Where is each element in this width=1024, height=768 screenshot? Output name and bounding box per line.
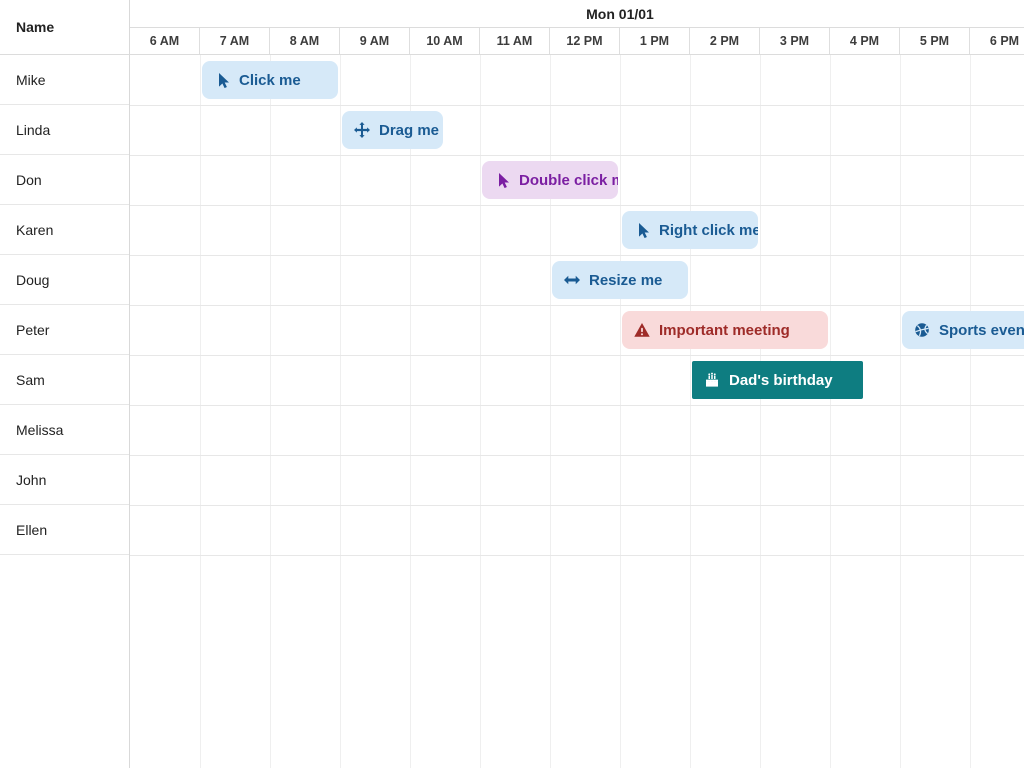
time-header-row: 6 AM7 AM8 AM9 AM10 AM11 AM12 PM1 PM2 PM3… [130, 28, 1024, 54]
time-header-cell-1-pm: 1 PM [620, 28, 690, 54]
resource-row-sam: Sam [0, 355, 129, 405]
event-label: Click me [239, 72, 301, 89]
event-click-me[interactable]: Click me [202, 61, 338, 99]
resource-name-label: Melissa [16, 422, 63, 438]
move-icon [354, 122, 370, 138]
grid-vline [200, 55, 201, 768]
grid-vline [480, 55, 481, 768]
resource-name-label: Linda [16, 122, 50, 138]
time-header-cell-11-am: 11 AM [480, 28, 550, 54]
event-label: Sports event [939, 322, 1024, 339]
time-header-cell-3-pm: 3 PM [760, 28, 830, 54]
grid-vline [340, 55, 341, 768]
ball-icon [914, 322, 930, 338]
grid-vline [760, 55, 761, 768]
event-label: Right click me [659, 222, 758, 239]
grid-vline [690, 55, 691, 768]
event-label: Drag me [379, 122, 439, 139]
grid-vline [410, 55, 411, 768]
time-header-cell-7-am: 7 AM [200, 28, 270, 54]
resource-name-label: Don [16, 172, 42, 188]
resource-name-label: Peter [16, 322, 49, 338]
resource-row-ellen: Ellen [0, 505, 129, 555]
event-sports-event[interactable]: Sports event [902, 311, 1024, 349]
grid-hline [130, 155, 1024, 156]
event-label: Resize me [589, 272, 662, 289]
grid-hline [130, 105, 1024, 106]
grid-hline [130, 305, 1024, 306]
name-column-label: Name [16, 19, 54, 35]
grid-vline [620, 55, 621, 768]
resource-name-column: Mike Linda Don Karen Doug Peter Sam Melissa John… [0, 55, 130, 768]
grid-hline [130, 405, 1024, 406]
scheduler-app: Name Mon 01/01 6 AM7 AM8 AM9 AM10 AM11 A… [0, 0, 1024, 768]
event-right-click-me[interactable]: Right click me [622, 211, 758, 249]
time-header-cell-4-pm: 4 PM [830, 28, 900, 54]
resource-row-peter: Peter [0, 305, 129, 355]
resource-name-label: Ellen [16, 522, 47, 538]
timeline-header: Mon 01/01 6 AM7 AM8 AM9 AM10 AM11 AM12 P… [130, 0, 1024, 55]
resource-row-doug: Doug [0, 255, 129, 305]
cursor-icon [634, 222, 650, 238]
event-dad-s-birthday[interactable]: Dad's birthday [692, 361, 863, 399]
time-header-cell-12-pm: 12 PM [550, 28, 620, 54]
event-drag-me[interactable]: Drag me [342, 111, 443, 149]
resource-row-don: Don [0, 155, 129, 205]
warning-icon [634, 322, 650, 338]
resource-name-label: Karen [16, 222, 53, 238]
time-header-cell-10-am: 10 AM [410, 28, 480, 54]
resource-row-john: John [0, 455, 129, 505]
time-header-cell-6-am: 6 AM [130, 28, 200, 54]
grid-hline [130, 555, 1024, 556]
event-double-click-me[interactable]: Double click me [482, 161, 618, 199]
grid-vline [900, 55, 901, 768]
cursor-icon [494, 172, 510, 188]
resize-horizontal-icon [564, 272, 580, 288]
date-label: Mon 01/01 [586, 6, 654, 22]
cake-icon [704, 372, 720, 388]
grid-hline [130, 355, 1024, 356]
resource-name-label: Mike [16, 72, 46, 88]
grid-hline [130, 205, 1024, 206]
grid-vline [970, 55, 971, 768]
time-header-cell-9-am: 9 AM [340, 28, 410, 54]
event-important-meeting[interactable]: Important meeting [622, 311, 828, 349]
resource-name-label: John [16, 472, 46, 488]
time-header-cell-5-pm: 5 PM [900, 28, 970, 54]
time-header-cell-6-pm: 6 PM [970, 28, 1024, 54]
time-header-cell-8-am: 8 AM [270, 28, 340, 54]
grid-vline [830, 55, 831, 768]
schedule-grid-inner[interactable]: Click me Drag me Double click me Right clic… [130, 55, 1024, 768]
resource-row-linda: Linda [0, 105, 129, 155]
resource-row-karen: Karen [0, 205, 129, 255]
resource-name-label: Sam [16, 372, 45, 388]
time-header-cell-2-pm: 2 PM [690, 28, 760, 54]
grid-hline [130, 505, 1024, 506]
name-column-header: Name [0, 0, 130, 55]
schedule-grid[interactable]: Click me Drag me Double click me Right clic… [130, 55, 1024, 768]
resource-name-label: Doug [16, 272, 49, 288]
cursor-icon [214, 72, 230, 88]
grid-hline [130, 255, 1024, 256]
event-label: Important meeting [659, 322, 790, 339]
grid-vline [270, 55, 271, 768]
resource-row-mike: Mike [0, 55, 129, 105]
event-resize-me[interactable]: Resize me [552, 261, 688, 299]
event-label: Dad's birthday [729, 372, 833, 389]
date-header: Mon 01/01 [130, 0, 1024, 28]
event-label: Double click me [519, 172, 618, 189]
resource-row-melissa: Melissa [0, 405, 129, 455]
grid-hline [130, 455, 1024, 456]
